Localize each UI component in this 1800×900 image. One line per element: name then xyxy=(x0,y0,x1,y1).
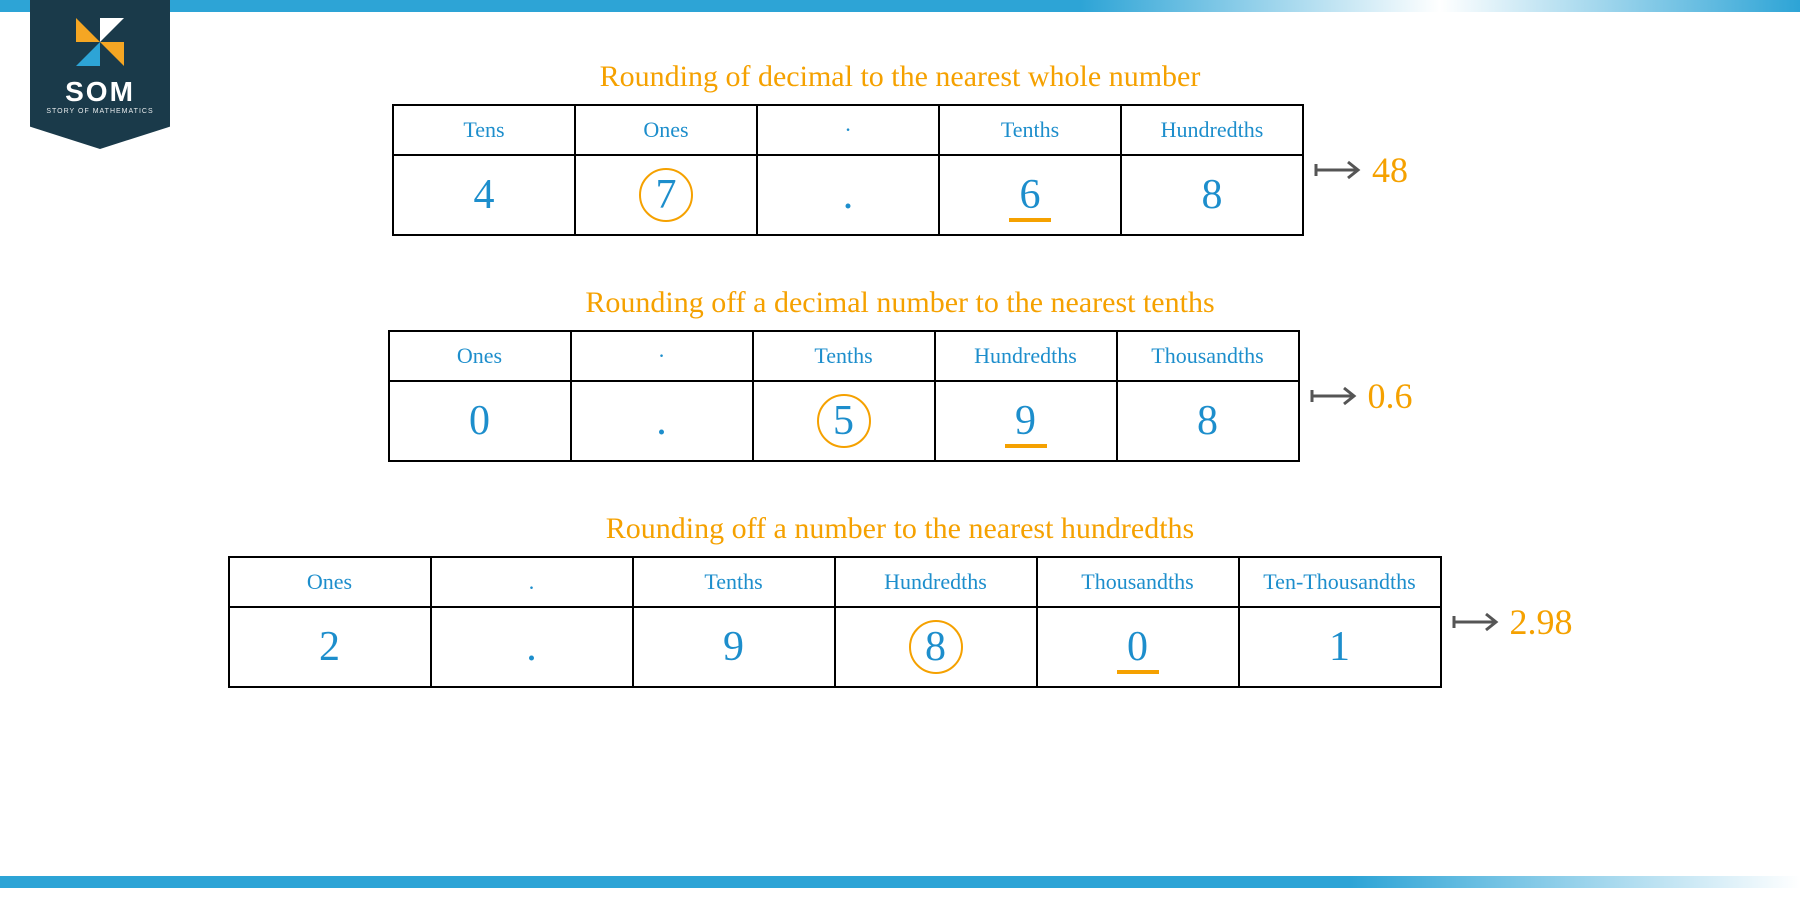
result-arrow: 0.6 xyxy=(1310,375,1413,417)
place-value-header: Tenths xyxy=(633,557,835,607)
digit: . xyxy=(824,167,872,223)
place-value-table: TensOnes·TenthsHundredths 4 7. 6 8 xyxy=(392,104,1304,236)
place-value-header: Ones xyxy=(389,331,571,381)
place-value-header: · xyxy=(757,105,939,155)
digit-cell: 0 xyxy=(389,381,571,461)
section-title: Rounding off a number to the nearest hun… xyxy=(606,512,1195,546)
decider-digit: 0 xyxy=(1114,619,1162,675)
rounding-section: Rounding off a decimal number to the nea… xyxy=(0,286,1800,462)
place-value-header: Hundredths xyxy=(835,557,1037,607)
rounded-result: 0.6 xyxy=(1368,375,1413,417)
digit-cell: 9 xyxy=(935,381,1117,461)
rounded-result: 2.98 xyxy=(1510,601,1573,643)
rounding-digit: 5 xyxy=(817,394,871,448)
digit: 2 xyxy=(306,619,354,675)
digit-cell: 1 xyxy=(1239,607,1441,687)
place-value-header: Hundredths xyxy=(935,331,1117,381)
place-value-header: Tenths xyxy=(753,331,935,381)
digit: 1 xyxy=(1316,619,1364,675)
place-value-header: . xyxy=(431,557,633,607)
brand-mark-icon xyxy=(76,18,124,66)
top-accent-bar xyxy=(0,0,1800,12)
page-content: Rounding of decimal to the nearest whole… xyxy=(0,60,1800,688)
place-value-header: Thousandths xyxy=(1117,331,1299,381)
digit-cell: 0 xyxy=(1037,607,1239,687)
table-wrap: TensOnes·TenthsHundredths 4 7. 6 8 48 xyxy=(392,104,1408,236)
digit: 9 xyxy=(710,619,758,675)
digit: 4 xyxy=(460,167,508,223)
rounded-result: 48 xyxy=(1372,149,1408,191)
digit-cell: . xyxy=(757,155,939,235)
decider-digit: 9 xyxy=(1002,393,1050,449)
digit: . xyxy=(638,393,686,449)
section-title: Rounding of decimal to the nearest whole… xyxy=(600,60,1201,94)
digit-cell: 8 xyxy=(1117,381,1299,461)
digit: 8 xyxy=(1184,393,1232,449)
decider-digit: 6 xyxy=(1006,167,1054,223)
digit: 8 xyxy=(1188,167,1236,223)
digit-cell: . xyxy=(571,381,753,461)
place-value-table: Ones.TenthsHundredthsThousandthsTen-Thou… xyxy=(228,556,1442,688)
digit-cell: 4 xyxy=(393,155,575,235)
digit: 0 xyxy=(456,393,504,449)
digit-cell: . xyxy=(431,607,633,687)
place-value-header: Ten-Thousandths xyxy=(1239,557,1441,607)
digit-cell: 5 xyxy=(753,381,935,461)
digit-cell: 2 xyxy=(229,607,431,687)
place-value-header: · xyxy=(571,331,753,381)
arrow-right-icon xyxy=(1314,158,1364,182)
digit-cell: 7 xyxy=(575,155,757,235)
result-arrow: 48 xyxy=(1314,149,1408,191)
result-arrow: 2.98 xyxy=(1452,601,1573,643)
section-title: Rounding off a decimal number to the nea… xyxy=(585,286,1214,320)
place-value-header: Hundredths xyxy=(1121,105,1303,155)
rounding-section: Rounding of decimal to the nearest whole… xyxy=(0,60,1800,236)
rounding-digit: 7 xyxy=(639,168,693,222)
digit-cell: 8 xyxy=(1121,155,1303,235)
place-value-header: Ones xyxy=(575,105,757,155)
arrow-right-icon xyxy=(1310,384,1360,408)
digit: . xyxy=(508,619,556,675)
table-wrap: Ones.TenthsHundredthsThousandthsTen-Thou… xyxy=(228,556,1573,688)
bottom-accent-bar xyxy=(0,876,1800,888)
rounding-digit: 8 xyxy=(909,620,963,674)
digit-cell: 9 xyxy=(633,607,835,687)
digit-cell: 8 xyxy=(835,607,1037,687)
rounding-section: Rounding off a number to the nearest hun… xyxy=(0,512,1800,688)
place-value-table: Ones·TenthsHundredthsThousandths 0. 5 9 8 xyxy=(388,330,1300,462)
place-value-header: Ones xyxy=(229,557,431,607)
table-wrap: Ones·TenthsHundredthsThousandths 0. 5 9 8 0.6 xyxy=(388,330,1413,462)
place-value-header: Thousandths xyxy=(1037,557,1239,607)
digit-cell: 6 xyxy=(939,155,1121,235)
arrow-right-icon xyxy=(1452,610,1502,634)
place-value-header: Tens xyxy=(393,105,575,155)
place-value-header: Tenths xyxy=(939,105,1121,155)
